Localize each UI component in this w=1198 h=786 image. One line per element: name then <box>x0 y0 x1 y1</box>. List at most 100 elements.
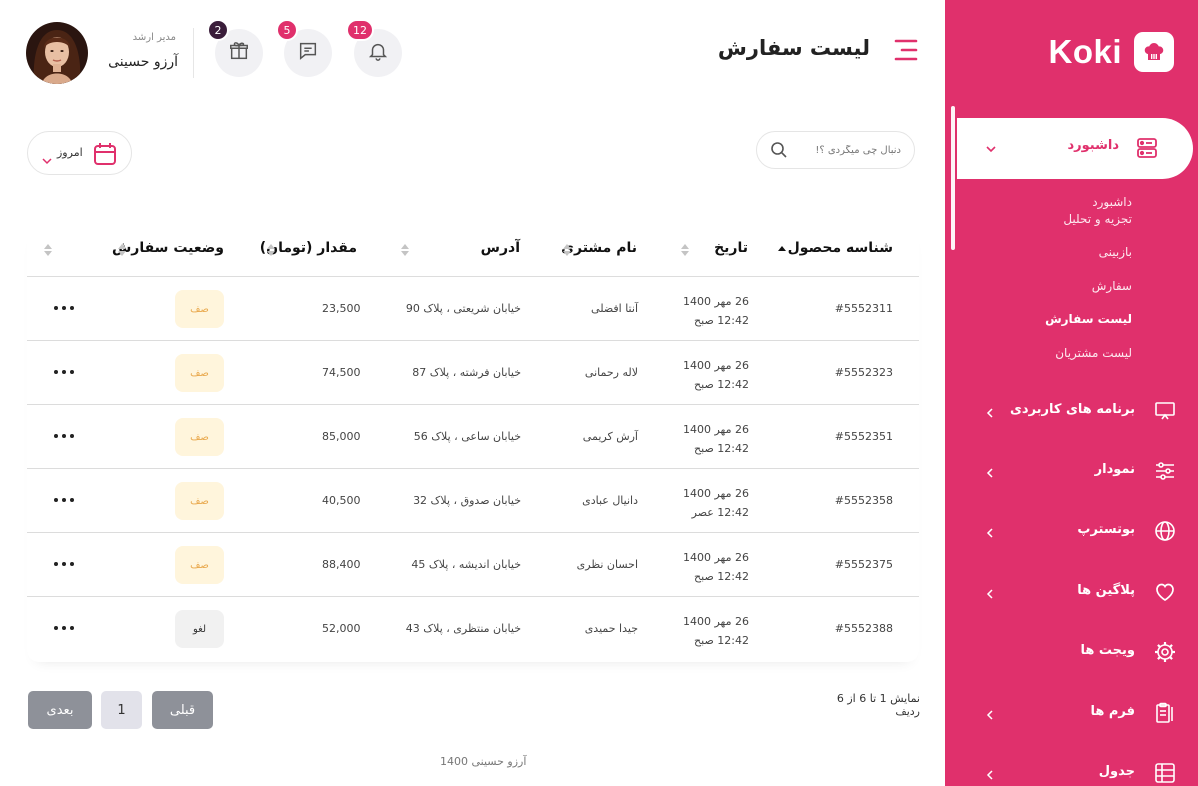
sidebar-item-plugins[interactable]: پلاگین ها <box>977 577 1177 607</box>
cell-date-time: 12:42 صبح <box>694 570 749 583</box>
messages-button[interactable]: 5 <box>276 19 332 77</box>
cell-date-time: 12:42 صبح <box>694 634 749 647</box>
dot <box>70 562 74 566</box>
sidebar-item-label: داشبورد <box>1067 138 1119 153</box>
sidebar-item-label: فرم ها <box>1090 704 1135 719</box>
sidebar-item-label: پلاگین ها <box>1077 583 1135 598</box>
sort-icon[interactable] <box>681 243 689 257</box>
status-badge: صف <box>175 418 224 456</box>
sort-asc-icon[interactable] <box>778 243 786 257</box>
row-actions-button[interactable] <box>54 429 74 443</box>
submenu-item-customer-list[interactable]: لیست مشتریان <box>1045 345 1132 379</box>
sort-icon[interactable] <box>118 243 126 257</box>
notifications-button[interactable]: 12 <box>346 19 402 77</box>
dot <box>70 626 74 630</box>
next-page-button[interactable]: بعدی <box>28 691 92 729</box>
submenu-item-order[interactable]: سفارش <box>1045 278 1132 312</box>
submenu-item-order-list[interactable]: لیست سفارش <box>1045 311 1132 345</box>
table-row[interactable]: #5552351 26 مهر 1400 12:42 صبح آرش کریمی … <box>27 405 919 469</box>
dot <box>70 306 74 310</box>
chat-icon <box>297 40 319 66</box>
date-filter-dropdown[interactable]: امروز <box>27 131 132 175</box>
sidebar-item-charts[interactable]: نمودار <box>977 456 1177 486</box>
cell-date-day: 26 مهر 1400 <box>682 487 749 500</box>
status-badge: صف <box>175 482 224 520</box>
pagination-summary: نمایش 1 تا 6 از 6 ردیف <box>836 692 920 718</box>
cell-date: 26 مهر 1400 12:42 صبح <box>683 356 749 394</box>
dot <box>54 370 58 374</box>
avatar[interactable] <box>26 22 88 84</box>
cell-product-id: #5552323 <box>834 366 893 379</box>
sidebar: Koki داشبورد داشبورد تجزیه و تحلیل بازبی… <box>945 0 1198 786</box>
cell-amount: 88,400 <box>322 558 361 571</box>
clipboard-icon <box>1153 701 1177 729</box>
column-header-address[interactable]: آدرس <box>481 240 520 256</box>
row-actions-button[interactable] <box>54 365 74 379</box>
cell-customer: دانیال عبادی <box>582 494 638 507</box>
table-row[interactable]: #5552323 26 مهر 1400 12:42 صبح لاله رحمان… <box>27 341 919 405</box>
menu-toggle-button[interactable] <box>892 38 920 62</box>
cell-date-time: 12:42 صبح <box>694 314 749 327</box>
brand-logo[interactable]: Koki <box>1048 32 1174 72</box>
cell-date: 26 مهر 1400 12:42 عصر <box>683 484 749 522</box>
column-header-status[interactable]: وضعیت سفارش <box>112 240 224 256</box>
cell-product-id: #5552351 <box>834 430 893 443</box>
cell-address: خیابان شریعتی ، پلاک 90 <box>405 302 521 315</box>
sort-icon[interactable] <box>267 243 275 257</box>
row-actions-button[interactable] <box>54 557 74 571</box>
sidebar-item-label: بوتسترپ <box>1077 522 1135 537</box>
chevron-down-icon[interactable] <box>985 140 997 159</box>
cell-product-id: #5552311 <box>834 302 893 315</box>
sidebar-item-widgets[interactable]: ویجت ها <box>977 637 1177 667</box>
cell-address: خیابان منتظری ، پلاک 43 <box>405 622 521 635</box>
sidebar-item-table[interactable]: جدول <box>977 758 1177 786</box>
gifts-button[interactable]: 2 <box>207 19 263 77</box>
chevron-left-icon <box>985 585 995 604</box>
sidebar-item-bootstrap[interactable]: بوتسترپ <box>977 516 1177 546</box>
chevron-left-icon <box>985 524 995 543</box>
dot <box>54 562 58 566</box>
search-box[interactable] <box>756 131 915 169</box>
sidebar-item-dashboard[interactable]: داشبورد <box>957 118 1193 179</box>
cell-product-id: #5552388 <box>834 622 893 635</box>
page-number-button[interactable]: 1 <box>101 691 142 729</box>
table-row[interactable]: #5552311 26 مهر 1400 12:42 صبح آنتا افضلی… <box>27 277 919 341</box>
dot <box>54 306 58 310</box>
cell-address: خیابان اندیشه ، پلاک 45 <box>411 558 521 571</box>
previous-page-button[interactable]: قبلی <box>152 691 213 729</box>
row-actions-button[interactable] <box>54 493 74 507</box>
column-header-customer[interactable]: نام مشتری <box>561 240 637 256</box>
submenu-item-review[interactable]: بازبینی <box>1045 244 1132 278</box>
bell-icon <box>367 40 389 66</box>
gear-icon <box>1153 640 1177 668</box>
cell-address: خیابان ساعی ، پلاک 56 <box>413 430 521 443</box>
cell-date-time: 12:42 صبح <box>694 378 749 391</box>
status-badge: صف <box>175 546 224 584</box>
status-badge: لغو <box>175 610 224 648</box>
cell-customer: آرش کریمی <box>582 430 638 443</box>
sidebar-scrollbar[interactable] <box>951 106 955 250</box>
table-row[interactable]: #5552358 26 مهر 1400 12:42 عصر دانیال عبا… <box>27 469 919 533</box>
page-title: لیست سفارش <box>717 36 870 60</box>
search-input[interactable] <box>797 140 901 160</box>
row-actions-button[interactable] <box>54 301 74 315</box>
sort-icon[interactable] <box>401 243 409 257</box>
column-header-product-id[interactable]: شناسه محصول <box>788 240 893 256</box>
cell-product-id: #5552375 <box>834 558 893 571</box>
sort-icon[interactable] <box>44 243 52 257</box>
sort-icon[interactable] <box>563 243 571 257</box>
row-actions-button[interactable] <box>54 621 74 635</box>
table-row[interactable]: #5552388 26 مهر 1400 12:42 صبح جیدا حمیدی… <box>27 597 919 661</box>
sidebar-item-label: برنامه های کاربردی <box>1009 402 1135 417</box>
brand-name: Koki <box>1048 33 1122 70</box>
submenu-item-analytics[interactable]: تجزیه و تحلیل <box>1045 211 1132 245</box>
user-role: مدیر ارشد <box>132 32 176 43</box>
dot <box>62 498 66 502</box>
cell-amount: 74,500 <box>322 366 361 379</box>
user-name[interactable]: آرزو حسینی <box>106 54 178 70</box>
search-icon[interactable] <box>770 141 788 163</box>
table-row[interactable]: #5552375 26 مهر 1400 12:42 صبح احسان نظری… <box>27 533 919 597</box>
sidebar-item-forms[interactable]: فرم ها <box>977 698 1177 728</box>
sidebar-item-apps[interactable]: برنامه های کاربردی <box>977 396 1177 426</box>
column-header-date[interactable]: تاریخ <box>714 240 748 256</box>
